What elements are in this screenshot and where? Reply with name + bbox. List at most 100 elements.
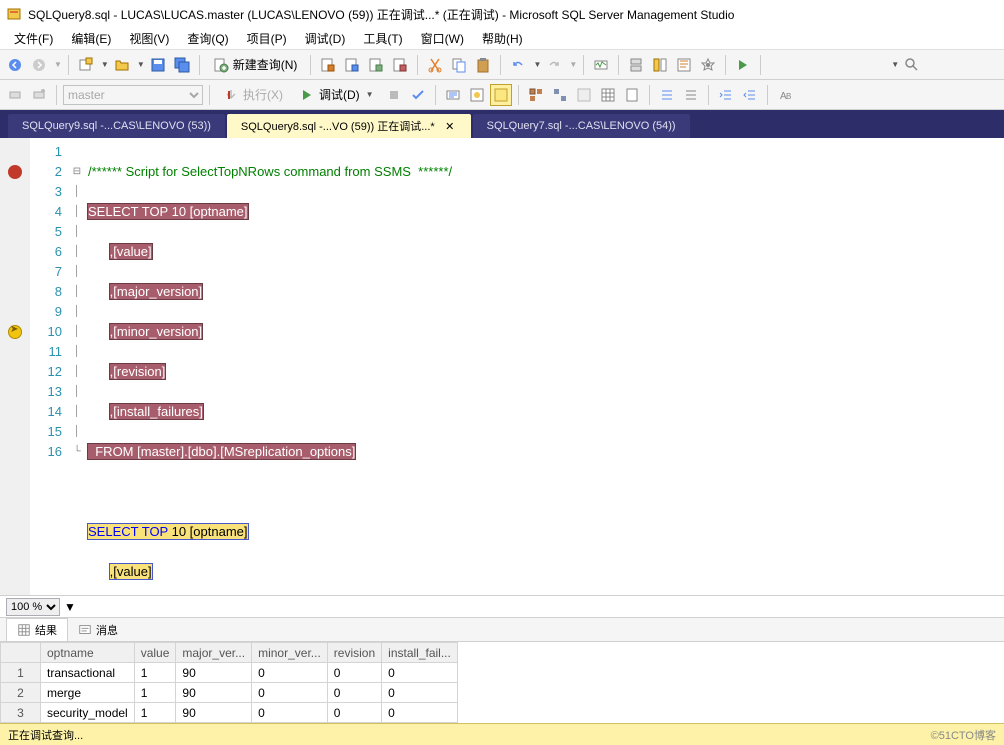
find-icon[interactable] (901, 54, 923, 76)
cell[interactable]: security_model (41, 703, 135, 723)
cell[interactable]: 0 (327, 683, 381, 703)
xmla-query-icon[interactable] (389, 54, 411, 76)
tab-label: SQLQuery7.sql -...CAS\LENOVO (54)) (487, 120, 676, 132)
comment-icon[interactable] (656, 84, 678, 106)
analysis-query-icon[interactable] (341, 54, 363, 76)
new-project-icon[interactable] (75, 54, 97, 76)
tab-query8[interactable]: SQLQuery8.sql -...VO (59)) 正在调试...* ✕ (227, 114, 471, 138)
execute-label: 执行(X) (243, 86, 283, 103)
client-stats-icon[interactable] (549, 84, 571, 106)
undo-icon[interactable] (507, 54, 529, 76)
cell[interactable]: 0 (252, 663, 328, 683)
cut-icon[interactable] (424, 54, 446, 76)
menu-debug[interactable]: 调试(D) (297, 28, 354, 49)
menu-help[interactable]: 帮助(H) (474, 28, 531, 49)
copy-icon[interactable] (448, 54, 470, 76)
continue-icon[interactable] (732, 54, 754, 76)
cell[interactable]: 0 (382, 683, 458, 703)
fold-gutter[interactable]: ⊟│││││││││││││└ (70, 138, 84, 595)
zoom-dropdown-icon[interactable]: ▼ (64, 600, 76, 614)
table-row[interactable]: 1transactional190000 (1, 663, 458, 683)
cell[interactable]: transactional (41, 663, 135, 683)
cell[interactable]: 0 (327, 663, 381, 683)
row-number[interactable]: 3 (1, 703, 41, 723)
menu-window[interactable]: 窗口(W) (413, 28, 472, 49)
database-combo[interactable]: master (63, 85, 203, 105)
intellisense-icon[interactable] (490, 84, 512, 106)
col-revision[interactable]: revision (327, 643, 381, 663)
save-icon[interactable] (147, 54, 169, 76)
code-editor[interactable]: 12345678910111213141516 ⊟│││││││││││││└ … (0, 138, 1004, 595)
cell[interactable]: 1 (134, 663, 176, 683)
registered-servers-icon[interactable] (625, 54, 647, 76)
col-optname[interactable]: optname (41, 643, 135, 663)
paste-icon[interactable] (472, 54, 494, 76)
tab-query9[interactable]: SQLQuery9.sql -...CAS\LENOVO (53)) (8, 114, 225, 138)
close-icon[interactable]: ✕ (443, 119, 457, 133)
results-tab[interactable]: 结果 (6, 618, 68, 642)
menu-edit[interactable]: 编辑(E) (63, 28, 119, 49)
results-file-icon[interactable] (621, 84, 643, 106)
cell[interactable]: merge (41, 683, 135, 703)
change-connection-icon (28, 84, 50, 106)
object-explorer-icon[interactable] (649, 54, 671, 76)
row-number[interactable]: 2 (1, 683, 41, 703)
mdx-query-icon[interactable] (365, 54, 387, 76)
specify-values-icon[interactable]: AB (774, 84, 796, 106)
results-grid-icon[interactable] (597, 84, 619, 106)
save-all-icon[interactable] (171, 54, 193, 76)
breakpoint-gutter[interactable] (0, 138, 30, 595)
code-text[interactable]: /****** Script for SelectTopNRows comman… (84, 138, 1004, 595)
cell[interactable]: 90 (176, 683, 252, 703)
menu-query[interactable]: 查询(Q) (179, 28, 236, 49)
col-value[interactable]: value (134, 643, 176, 663)
debug-button[interactable]: 调试(D) ▼ (292, 84, 381, 106)
menu-view[interactable]: 视图(V) (121, 28, 177, 49)
engine-query-icon[interactable] (317, 54, 339, 76)
breakpoint-icon[interactable] (8, 165, 22, 179)
cell[interactable]: 1 (134, 703, 176, 723)
row-number[interactable]: 1 (1, 663, 41, 683)
menu-tools[interactable]: 工具(T) (355, 28, 410, 49)
zoom-combo[interactable]: 100 % (6, 598, 60, 616)
new-query-button[interactable]: 新建查询(N) (206, 54, 305, 76)
line-numbers: 12345678910111213141516 (30, 138, 70, 595)
cell[interactable]: 0 (252, 683, 328, 703)
col-minor[interactable]: minor_ver... (252, 643, 328, 663)
col-major[interactable]: major_ver... (176, 643, 252, 663)
nav-back-icon[interactable] (4, 54, 26, 76)
tab-label: SQLQuery8.sql -...VO (59)) 正在调试...* (241, 118, 435, 134)
col-install[interactable]: install_fail... (382, 643, 458, 663)
new-dropdown-icon[interactable]: ▼ (101, 60, 109, 69)
properties-icon[interactable] (697, 54, 719, 76)
indent-icon[interactable] (715, 84, 737, 106)
activity-monitor-icon[interactable] (590, 54, 612, 76)
open-dropdown-icon[interactable]: ▼ (137, 60, 145, 69)
find-dropdown-icon[interactable]: ▼ (891, 60, 899, 69)
results-grid[interactable]: optname value major_ver... minor_ver... … (0, 641, 1004, 723)
zoom-bar: 100 % ▼ (0, 595, 1004, 617)
cell[interactable]: 0 (252, 703, 328, 723)
menu-project[interactable]: 项目(P) (239, 28, 295, 49)
query-options-icon[interactable] (466, 84, 488, 106)
cell[interactable]: 1 (134, 683, 176, 703)
uncomment-icon[interactable] (680, 84, 702, 106)
table-row[interactable]: 3security_model190000 (1, 703, 458, 723)
tab-query7[interactable]: SQLQuery7.sql -...CAS\LENOVO (54)) (473, 114, 690, 138)
cell[interactable]: 0 (382, 703, 458, 723)
table-row[interactable]: 2merge190000 (1, 683, 458, 703)
actual-plan-icon[interactable] (525, 84, 547, 106)
menu-file[interactable]: 文件(F) (6, 28, 61, 49)
results-tabstrip: 结果 消息 (0, 617, 1004, 641)
connect-icon (4, 84, 26, 106)
open-folder-icon[interactable] (111, 54, 133, 76)
estimated-plan-icon[interactable] (442, 84, 464, 106)
template-explorer-icon[interactable] (673, 54, 695, 76)
messages-tab[interactable]: 消息 (68, 619, 128, 641)
cell[interactable]: 90 (176, 663, 252, 683)
cell[interactable]: 90 (176, 703, 252, 723)
undo-dropdown-icon[interactable]: ▼ (533, 60, 541, 69)
outdent-icon[interactable] (739, 84, 761, 106)
cell[interactable]: 0 (327, 703, 381, 723)
cell[interactable]: 0 (382, 663, 458, 683)
